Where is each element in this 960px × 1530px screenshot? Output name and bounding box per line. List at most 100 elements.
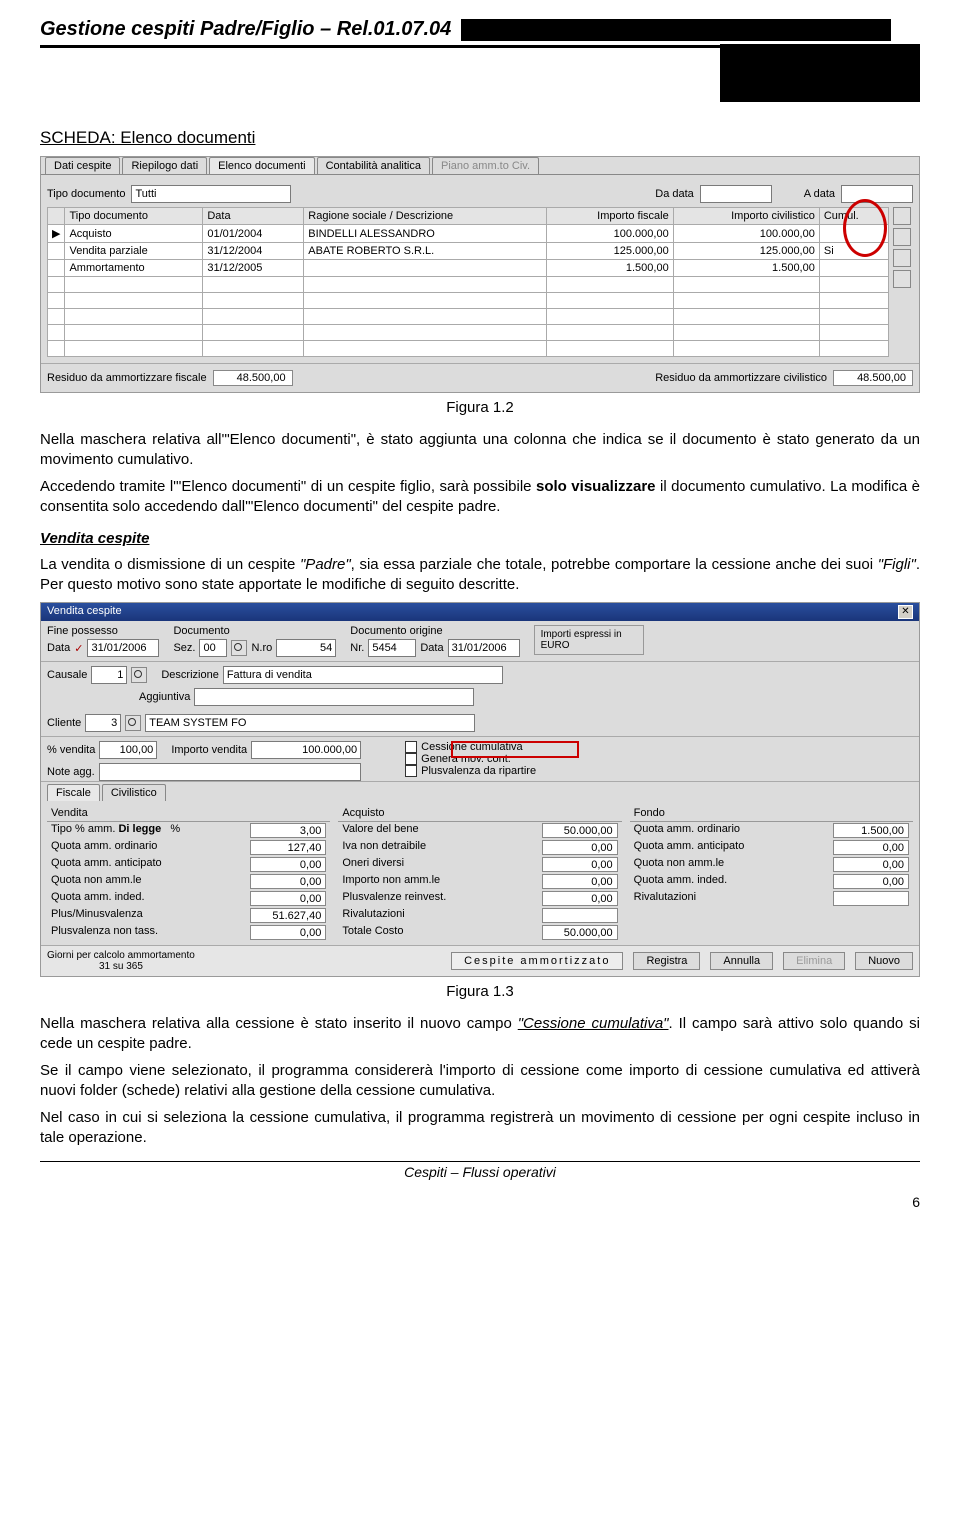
table-row[interactable]: Vendita parziale31/12/2004ABATE ROBERTO … [48,243,889,260]
descrizione-field[interactable]: Fattura di vendita [223,666,503,684]
res-fiscale-value: 48.500,00 [213,370,293,386]
tab-riepilogo[interactable]: Riepilogo dati [122,157,207,174]
lookup-icon[interactable] [131,667,147,683]
field[interactable]: 50.000,00 [542,823,618,838]
page-number: 6 [40,1194,920,1210]
importo-vendita-label: Importo vendita [171,744,247,756]
vendita-cespite-screenshot: Vendita cespite ✕ Fine possesso Data ✓ 3… [40,602,920,977]
col-ragione[interactable]: Ragione sociale / Descrizione [304,208,547,225]
field[interactable]: 127,40 [250,840,326,855]
section-heading: SCHEDA: Elenco documenti [40,128,920,148]
note-field[interactable] [99,763,361,781]
nro-field[interactable]: 54 [276,639,336,657]
lookup-icon[interactable] [125,715,141,731]
tab-piano: Piano amm.to Civ. [432,157,539,174]
field[interactable]: 51.627,40 [250,908,326,923]
col-tipo[interactable]: Tipo documento [65,208,203,225]
field[interactable]: 0,00 [542,891,618,906]
footer-center: Cespiti – Flussi operativi [40,1164,920,1180]
figure-caption: Figura 1.2 [40,399,920,416]
tab-dati-cespite[interactable]: Dati cespite [45,157,120,174]
causale-field[interactable]: 1 [91,666,127,684]
col-data[interactable]: Data [203,208,304,225]
doc-origine-label: Documento origine [350,625,519,637]
field[interactable]: 0,00 [250,857,326,872]
field[interactable]: 0,00 [542,840,618,855]
tab-civilistico[interactable]: Civilistico [102,784,166,801]
pct-vendita-field[interactable]: 100,00 [99,741,157,759]
field[interactable]: 0,00 [833,874,909,889]
nro-label: N.ro [251,642,272,654]
tab-elenco-documenti[interactable]: Elenco documenti [209,157,314,174]
nuovo-button[interactable]: Nuovo [855,952,913,970]
col-civilistico[interactable]: Importo civilistico [673,208,819,225]
action-icon[interactable] [893,249,911,267]
registra-button[interactable]: Registra [633,952,700,970]
descrizione-label: Descrizione [161,669,218,681]
vendita-cespite-heading: Vendita cespite [40,530,920,547]
documento-label: Documento [173,625,336,637]
data-origine-field[interactable]: 31/01/2006 [448,639,520,657]
genera-mov-label: Genera mov. cont. [421,753,511,765]
plusvalenza-checkbox[interactable] [405,765,417,777]
field[interactable] [833,891,909,906]
giorni-value: 31 su 365 [47,961,195,972]
tab-fiscale[interactable]: Fiscale [47,784,100,801]
field[interactable]: 0,00 [833,857,909,872]
window-title: Vendita cespite [47,605,122,619]
cessione-cumulativa-checkbox[interactable] [405,741,417,753]
res-fiscale-label: Residuo da ammortizzare fiscale [47,372,207,384]
elimina-button: Elimina [783,952,845,970]
note-label: Note agg. [47,766,95,778]
table-row[interactable]: ▶Acquisto01/01/2004BINDELLI ALESSANDRO10… [48,225,889,243]
save-icon[interactable] [893,228,911,246]
lookup-icon[interactable] [231,640,247,656]
data-field[interactable]: 31/01/2006 [87,639,159,657]
paragraph: Se il campo viene selezionato, il progra… [40,1061,920,1100]
field[interactable]: 1.500,00 [833,823,909,838]
genera-mov-checkbox[interactable] [405,753,417,765]
close-icon[interactable]: ✕ [898,605,913,619]
res-civ-label: Residuo da ammortizzare civilistico [655,372,827,384]
pct-field[interactable]: 3,00 [250,823,326,838]
tipo-documento-label: Tipo documento [47,188,125,200]
cespite-ammortizzato-button[interactable]: Cespite ammortizzato [451,952,623,970]
col-fiscale[interactable]: Importo fiscale [546,208,673,225]
table-row[interactable]: Ammortamento31/12/20051.500,001.500,00 [48,260,889,277]
tabs-row: Dati cespite Riepilogo dati Elenco docum… [41,157,919,175]
sez-field[interactable]: 00 [199,639,227,657]
aggiuntiva-label: Aggiuntiva [139,691,190,703]
cessione-cumulativa-label: Cessione cumulativa [421,741,523,753]
paragraph: Accedendo tramite l'"Elenco documenti" d… [40,477,920,516]
field[interactable]: 0,00 [542,874,618,889]
action-icon[interactable] [893,270,911,288]
sez-label: Sez. [173,642,195,654]
a-data-field[interactable] [841,185,913,203]
nr-field[interactable]: 5454 [368,639,416,657]
field[interactable]: 0,00 [250,925,326,940]
field[interactable]: 0,00 [250,874,326,889]
col-vendita: Vendita [47,805,330,822]
doc-title: Gestione cespiti Padre/Figlio – Rel.01.0… [40,18,451,40]
paragraph: La vendita o dismissione di un cespite "… [40,555,920,594]
da-data-field[interactable] [700,185,772,203]
title-stripe [461,19,891,41]
field[interactable]: 50.000,00 [542,925,618,940]
cliente-field[interactable]: 3 [85,714,121,732]
plusvalenza-label: Plusvalenza da ripartire [421,765,536,777]
importo-vendita-field[interactable]: 100.000,00 [251,741,361,759]
col-cumul[interactable]: Cumul. [819,208,888,225]
field[interactable]: 0,00 [833,840,909,855]
preview-icon[interactable] [893,207,911,225]
tab-contabilita[interactable]: Contabilità analitica [317,157,430,174]
field[interactable] [542,908,618,923]
paragraph: Nella maschera relativa all'"Elenco docu… [40,430,920,469]
annulla-button[interactable]: Annulla [710,952,773,970]
paragraph: Nella maschera relativa alla cessione è … [40,1014,920,1053]
aggiuntiva-field[interactable] [194,688,474,706]
tipo-documento-field[interactable]: Tutti [131,185,291,203]
col-fondo: Fondo [630,805,913,822]
field[interactable]: 0,00 [250,891,326,906]
field[interactable]: 0,00 [542,857,618,872]
figure-caption: Figura 1.3 [40,983,920,1000]
